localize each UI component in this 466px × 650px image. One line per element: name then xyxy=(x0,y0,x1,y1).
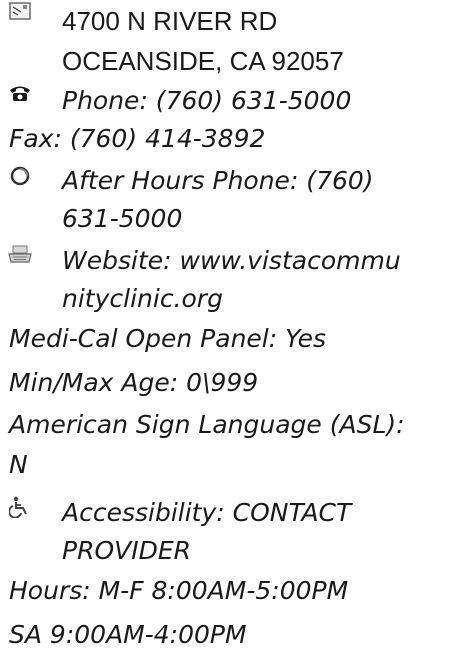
website-line-1[interactable]: Website: www.vistacommu xyxy=(62,246,401,276)
accessibility-line-2: PROVIDER xyxy=(62,536,192,565)
after-hours-line-1[interactable]: After Hours Phone: (760) xyxy=(62,166,374,196)
asl-value: N xyxy=(9,450,28,479)
map-icon xyxy=(9,2,31,20)
telephone-icon xyxy=(10,86,30,101)
phone-number[interactable]: Phone: (760) 631-5000 xyxy=(62,86,351,116)
keyboard-icon xyxy=(8,245,32,263)
hours-weekdays: Hours: M-F 8:00AM-5:00PM xyxy=(9,576,349,605)
clock-icon xyxy=(10,166,30,186)
min-max-age: Min/Max Age: 0\999 xyxy=(9,368,259,397)
accessibility-line-1: Accessibility: CONTACT xyxy=(62,498,352,527)
asl-label: American Sign Language (ASL): xyxy=(9,410,405,439)
address-line-1: 4700 N RIVER RD xyxy=(62,6,278,36)
hours-saturday: SA 9:00AM-4:00PM xyxy=(9,620,247,649)
wheelchair-icon xyxy=(9,496,27,518)
address-line-2: OCEANSIDE, CA 92057 xyxy=(62,46,344,76)
medi-cal-open-panel: Medi-Cal Open Panel: Yes xyxy=(9,324,327,353)
after-hours-line-2[interactable]: 631-5000 xyxy=(62,204,182,234)
website-line-2[interactable]: nityclinic.org xyxy=(62,284,223,314)
fax-number: Fax: (760) 414-3892 xyxy=(9,124,266,153)
